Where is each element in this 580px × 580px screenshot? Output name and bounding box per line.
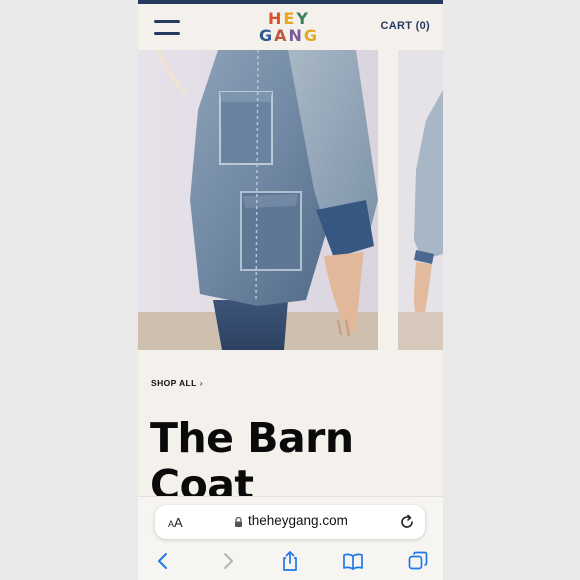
share-icon[interactable] [279, 550, 301, 572]
text-size-button[interactable]: AA [168, 515, 183, 530]
address-bar[interactable]: AA theheygang.com [155, 505, 425, 539]
reload-icon[interactable] [399, 514, 415, 530]
site-header: HEY GANG CART (0) [138, 4, 443, 50]
url-text: theheygang.com [248, 513, 348, 528]
cart-link[interactable]: CART (0) [381, 20, 430, 32]
logo-letter: A [274, 26, 289, 45]
phone-screen: HEY GANG CART (0) SHOP ALL › The Barn Co… [138, 0, 443, 580]
brand-logo[interactable]: HEY GANG [254, 10, 324, 44]
lock-icon [235, 517, 242, 527]
chevron-right-icon: › [199, 378, 203, 388]
product-title: The Barn Coat [150, 415, 435, 509]
shop-all-label: SHOP ALL [151, 378, 197, 388]
hero-image-next [398, 50, 443, 350]
logo-letter: G [258, 26, 275, 45]
hero-photo-illustration [138, 50, 378, 350]
browser-toolbar: AA theheygang.com [138, 496, 443, 580]
logo-letter: N [288, 26, 304, 45]
logo-letter: G [303, 26, 320, 45]
logo-line-1: HEY [254, 10, 324, 27]
product-title-line-1: The Barn [150, 414, 354, 462]
back-icon[interactable] [152, 550, 174, 572]
shop-all-link[interactable]: SHOP ALL › [151, 378, 203, 388]
hero-next-illustration [398, 50, 443, 350]
bookmarks-icon[interactable] [342, 550, 364, 572]
menu-icon[interactable] [154, 18, 180, 38]
tabs-icon[interactable] [407, 550, 429, 572]
hero-image [138, 50, 378, 350]
forward-icon[interactable] [217, 550, 239, 572]
logo-line-2: GANG [254, 27, 324, 44]
